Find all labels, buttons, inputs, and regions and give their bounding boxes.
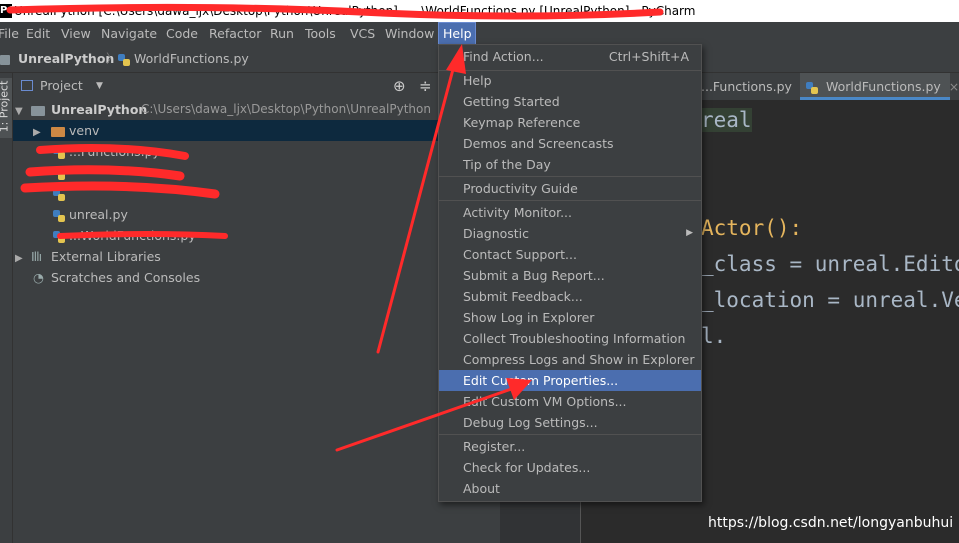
redaction-scribble <box>57 231 228 239</box>
arrowhead-icon <box>446 44 466 74</box>
redaction-scribble <box>6 3 664 20</box>
annotation-arrow <box>376 56 458 354</box>
annotation-arrow <box>335 384 522 452</box>
redaction-scribble <box>36 144 189 160</box>
annotation-overlay <box>6 3 664 452</box>
redaction-scribble <box>20 181 220 199</box>
watermark: https://blog.csdn.net/longyanbuhui <box>708 515 954 531</box>
redaction-scribble <box>25 165 185 181</box>
